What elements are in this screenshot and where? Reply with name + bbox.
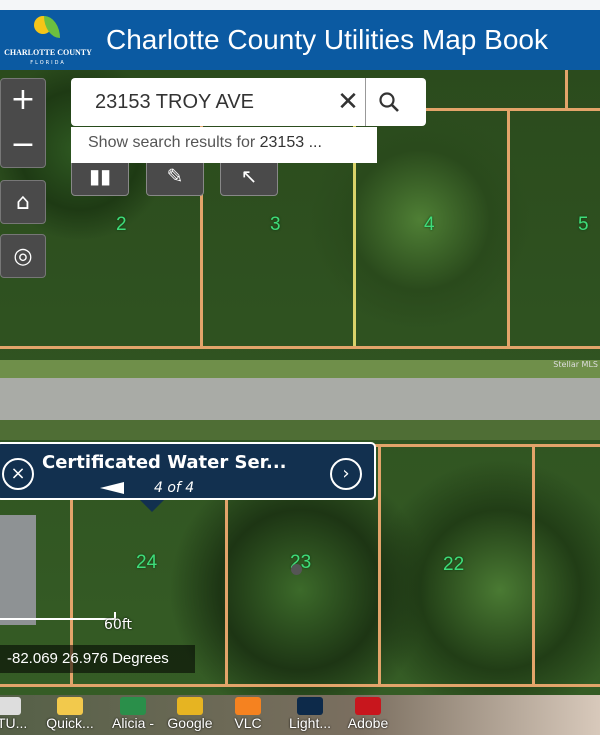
scale-bar	[0, 612, 116, 620]
desktop-icon[interactable]: VLC	[218, 695, 278, 735]
desktop-icon[interactable]: Alicia -	[103, 695, 163, 735]
lot-label: 5	[578, 214, 589, 235]
desktop-icon-label: Quick...	[46, 715, 94, 731]
app-title: Charlotte County Utilities Map Book	[106, 24, 548, 55]
app-header: CHARLOTTE COUNTY FLORIDA Charlotte Count…	[0, 10, 600, 70]
logo-subtext: FLORIDA	[30, 60, 66, 66]
desktop-icon[interactable]: Adobe	[338, 695, 398, 735]
basemap-gallery-icon: ▮▮	[88, 164, 111, 188]
search-suggestion[interactable]: Show search results for 23153 ...	[71, 127, 377, 163]
zoom-out-button[interactable]: −	[1, 124, 45, 169]
next-feature-button[interactable]: ›	[330, 458, 362, 490]
lot-label: 24	[136, 552, 158, 573]
lot-label: 3	[270, 214, 281, 235]
attribution: Stellar MLS	[553, 360, 598, 369]
popup-pointer	[140, 500, 164, 512]
popup-title: Certificated Water Ser...	[42, 452, 287, 473]
browser-top-strip	[0, 0, 600, 10]
desktop-icon-label: VLC	[234, 715, 262, 731]
search-button[interactable]	[365, 78, 411, 126]
charlotte-county-logo: CHARLOTTE COUNTY FLORIDA	[0, 10, 96, 70]
previous-feature-button[interactable]	[100, 482, 124, 494]
zoom-in-button[interactable]: +	[1, 79, 45, 124]
clear-search-button[interactable]: ✕	[331, 78, 365, 126]
suggestion-term: 23153 ...	[259, 134, 322, 151]
crosshair-icon: ◎	[13, 244, 33, 269]
logo-text: CHARLOTTE COUNTY	[4, 48, 92, 57]
desktop-icon-label: Light...	[288, 715, 332, 731]
desktop-icons: ATU... Quick... Alicia - Google VLC Ligh…	[0, 695, 600, 735]
coordinate-readout: -82.069 26.976 Degrees	[0, 645, 195, 673]
house-roof	[0, 515, 36, 625]
search-input[interactable]	[71, 78, 331, 126]
popup-count: 4 of 4	[154, 480, 195, 496]
scale-label: 60ft	[104, 617, 132, 633]
desktop-icon-label: Alicia -	[111, 715, 154, 731]
feature-popup: × Certificated Water Ser... 4 of 4 ›	[0, 442, 376, 512]
home-button[interactable]: ⌂	[0, 180, 46, 224]
close-popup-button[interactable]: ×	[2, 458, 34, 490]
lot-label: 2	[116, 214, 127, 235]
close-icon: ×	[10, 463, 26, 484]
measure-ruler-icon: ✎	[166, 164, 184, 188]
chevron-right-icon: ›	[342, 463, 350, 484]
zoom-control: + −	[0, 78, 46, 168]
desktop-icon[interactable]: Google	[160, 695, 220, 735]
close-icon: ✕	[337, 87, 359, 117]
road	[0, 378, 600, 420]
lot-label: 4	[424, 214, 435, 235]
lot-label: 22	[443, 554, 465, 575]
desktop-icon-label: Google	[167, 715, 213, 731]
desktop-icon-label: ATU...	[0, 715, 28, 731]
desktop-icon[interactable]: Light...	[280, 695, 340, 735]
locate-button[interactable]: ◎	[0, 234, 46, 278]
home-icon: ⌂	[16, 190, 30, 215]
desktop-icon[interactable]: Quick...	[40, 695, 100, 735]
suggestion-prefix: Show search results for	[88, 134, 260, 151]
desktop-icon[interactable]: ATU...	[0, 695, 38, 735]
desktop-icon-label: Adobe	[347, 715, 389, 731]
selected-location-marker[interactable]	[291, 564, 302, 575]
search-box: ✕	[71, 78, 426, 126]
search-icon	[378, 92, 399, 112]
select-pointer-icon: ↖	[240, 164, 258, 188]
map-view[interactable]: 2 3 4 5 24 23 22 Stellar MLS + − ⌂ ◎ ▮▮ …	[0, 70, 600, 695]
